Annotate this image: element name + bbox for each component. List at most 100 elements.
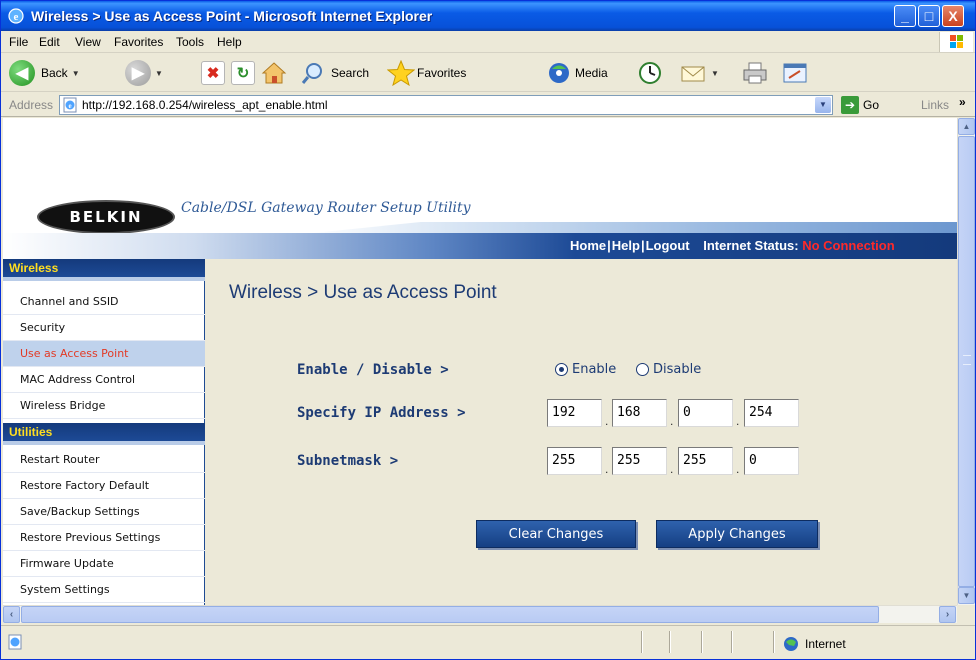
apply-changes-button[interactable]: Apply Changes	[656, 520, 818, 548]
favorites-button[interactable]: Favorites	[387, 58, 466, 88]
sidebar-item-save-backup[interactable]: Save/Backup Settings	[3, 499, 205, 525]
sidebar-item-restore-factory[interactable]: Restore Factory Default	[3, 473, 205, 499]
windows-flag-logo	[939, 32, 973, 52]
maximize-button[interactable]: □	[918, 5, 940, 27]
minimize-button[interactable]: _	[894, 5, 916, 27]
sidebar-item-wireless-bridge[interactable]: Wireless Bridge	[3, 393, 205, 419]
address-dropdown-icon[interactable]: ▼	[815, 97, 831, 113]
sidebar-item-mac-address[interactable]: MAC Address Control	[3, 367, 205, 393]
octet-separator: .	[736, 414, 740, 428]
go-arrow-icon: ➔	[841, 96, 859, 114]
media-label: Media	[575, 66, 608, 80]
standard-toolbar: ◀ Back ▼ ▶ ▼ ✖ ↻ Search Favorites Media …	[1, 54, 975, 92]
back-button[interactable]: ◀ Back ▼	[9, 58, 80, 88]
internet-status-label: Internet Status:	[703, 238, 799, 253]
sidebar-item-restore-previous[interactable]: Restore Previous Settings	[3, 525, 205, 551]
sidebar-item-channel-ssid[interactable]: Channel and SSID	[3, 289, 205, 315]
subnet-octet-3-input[interactable]: 255	[678, 447, 733, 475]
print-button[interactable]	[741, 58, 769, 88]
scroll-down-icon[interactable]: ▼	[958, 587, 975, 604]
help-link[interactable]: Help	[612, 238, 640, 253]
scroll-grip	[963, 355, 971, 365]
refresh-icon: ↻	[231, 61, 255, 85]
sidebar-item-security[interactable]: Security	[3, 315, 205, 341]
octet-separator: .	[670, 462, 674, 476]
enable-radio[interactable]	[555, 363, 568, 376]
menu-view[interactable]: View	[75, 35, 101, 49]
status-divider	[731, 631, 733, 653]
address-url: http://192.168.0.254/wireless_apt_enable…	[82, 98, 328, 112]
vertical-scroll-thumb[interactable]	[958, 136, 975, 587]
menu-tools[interactable]: Tools	[176, 35, 204, 49]
menu-help[interactable]: Help	[217, 35, 242, 49]
page-icon: e	[63, 97, 77, 113]
home-link[interactable]: Home	[570, 238, 606, 253]
scroll-corner	[957, 605, 975, 623]
search-button[interactable]: Search	[301, 58, 369, 88]
address-label: Address	[9, 98, 54, 112]
sidebar-item-system-settings[interactable]: System Settings	[3, 577, 205, 603]
home-button[interactable]	[261, 58, 287, 88]
address-input[interactable]: e http://192.168.0.254/wireless_apt_enab…	[59, 95, 833, 115]
logout-link[interactable]: Logout	[646, 238, 690, 253]
sidebar: Wireless Channel and SSID Security Use a…	[3, 259, 205, 605]
header-links: Home|Help|Logout Internet Status: No Con…	[570, 238, 895, 253]
menu-file[interactable]: File	[9, 35, 28, 49]
refresh-button[interactable]: ↻	[231, 58, 255, 88]
horizontal-scroll-thumb[interactable]	[21, 606, 879, 623]
title-bar[interactable]: e Wireless > Use as Access Point - Micro…	[1, 1, 975, 31]
subnet-octet-4-input[interactable]: 0	[744, 447, 799, 475]
ip-octet-3-input[interactable]: 0	[678, 399, 733, 427]
back-dropdown-icon[interactable]: ▼	[72, 69, 80, 78]
back-arrow-icon: ◀	[9, 60, 35, 86]
disable-radio-label[interactable]: Disable	[653, 362, 701, 377]
horizontal-scrollbar[interactable]: ‹ ›	[3, 605, 957, 623]
menu-edit[interactable]: Edit	[39, 35, 60, 49]
back-label: Back	[41, 66, 68, 80]
sidebar-item-restart-router[interactable]: Restart Router	[3, 447, 205, 473]
belkin-logo: BELKIN	[37, 200, 175, 234]
internet-explorer-icon: e	[8, 8, 24, 24]
status-divider	[701, 631, 703, 653]
status-divider	[641, 631, 643, 653]
internet-status-value: No Connection	[802, 238, 895, 253]
close-button[interactable]: X	[942, 5, 964, 27]
sidebar-item-firmware-update[interactable]: Firmware Update	[3, 551, 205, 577]
subnet-octet-1-input[interactable]: 255	[547, 447, 602, 475]
disable-radio[interactable]	[636, 363, 649, 376]
ip-octet-1-input[interactable]: 192	[547, 399, 602, 427]
links-label[interactable]: Links	[921, 98, 949, 112]
octet-separator: .	[670, 414, 674, 428]
status-divider	[773, 631, 775, 653]
clear-changes-button[interactable]: Clear Changes	[476, 520, 636, 548]
octet-separator: .	[605, 414, 609, 428]
mail-button[interactable]: ▼	[679, 58, 719, 88]
window-title: Wireless > Use as Access Point - Microso…	[31, 8, 433, 24]
links-chevron-icon[interactable]: »	[959, 95, 966, 109]
history-button[interactable]	[637, 58, 663, 88]
scroll-left-icon[interactable]: ‹	[3, 606, 20, 623]
stop-button[interactable]: ✖	[201, 58, 225, 88]
ip-octet-2-input[interactable]: 168	[612, 399, 667, 427]
search-icon	[301, 63, 322, 84]
enable-radio-label[interactable]: Enable	[572, 362, 616, 377]
go-label: Go	[863, 98, 880, 112]
stop-icon: ✖	[201, 61, 225, 85]
ip-octet-4-input[interactable]: 254	[744, 399, 799, 427]
forward-button[interactable]: ▶ ▼	[125, 58, 163, 88]
scroll-right-icon[interactable]: ›	[939, 606, 956, 623]
forward-dropdown-icon[interactable]: ▼	[155, 69, 163, 78]
history-icon	[639, 62, 661, 84]
go-button[interactable]: ➔ Go	[841, 96, 879, 114]
edit-button[interactable]	[781, 58, 809, 88]
page-status-icon	[8, 634, 22, 650]
scroll-up-icon[interactable]: ▲	[958, 118, 975, 135]
media-button[interactable]: Media	[545, 58, 608, 88]
mail-dropdown-icon[interactable]: ▼	[711, 69, 719, 78]
sidebar-heading-utilities: Utilities	[3, 423, 205, 445]
header-tagline: Cable/DSL Gateway Router Setup Utility	[181, 200, 471, 216]
subnet-octet-2-input[interactable]: 255	[612, 447, 667, 475]
vertical-scrollbar[interactable]: ▲ ▼	[957, 118, 975, 605]
sidebar-item-access-point[interactable]: Use as Access Point	[3, 341, 205, 367]
menu-favorites[interactable]: Favorites	[114, 35, 163, 49]
